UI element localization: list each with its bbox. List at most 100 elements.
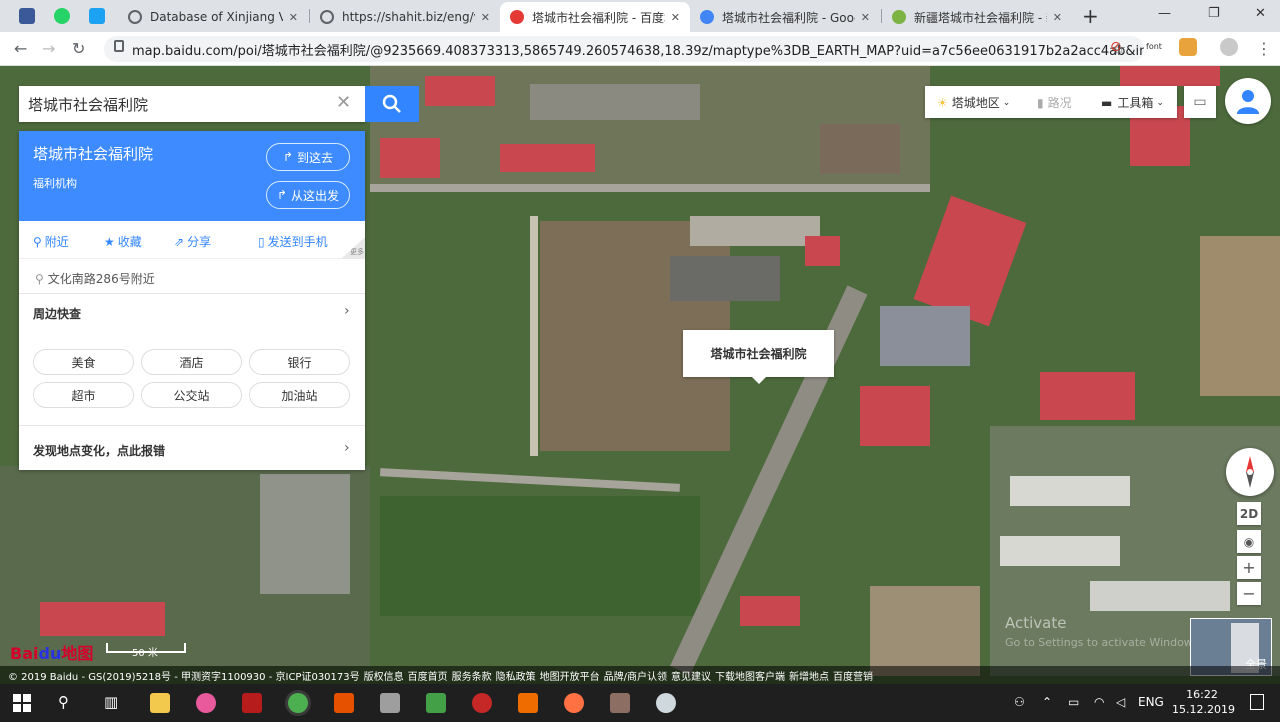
satellite-map[interactable]: 塔城市社会福利院 ✕ 塔城市社会福利院 福利机构 ↱ 到这去 ↱ 从这出发 ⚲ 附近 … <box>0 66 1280 684</box>
message-button[interactable]: ▭ <box>1184 86 1216 118</box>
app-icon[interactable] <box>610 693 630 713</box>
windows-start-icon[interactable] <box>12 693 32 713</box>
divider <box>19 293 365 294</box>
locate-button[interactable]: ◉ <box>1237 530 1261 553</box>
volume-icon[interactable]: ◁ <box>1116 695 1125 709</box>
footer-link[interactable]: 地图开放平台 <box>540 668 600 683</box>
tab-close-icon[interactable]: ✕ <box>289 11 298 24</box>
activation-watermark: Activate <box>1005 614 1067 632</box>
close-window-button[interactable]: ✕ <box>1255 6 1266 21</box>
nearby-chip-hotel[interactable]: 酒店 <box>141 349 242 375</box>
clear-search-icon[interactable]: ✕ <box>336 92 351 113</box>
traffic-toggle[interactable]: ▮ 路况 <box>1037 94 1072 111</box>
task-view-icon[interactable]: ▥ <box>104 693 124 713</box>
favorite-button[interactable]: ★ 收藏 <box>104 233 142 250</box>
nearby-search-title[interactable]: 周边快查 <box>33 305 81 322</box>
footer-link[interactable]: 版权信息 <box>364 668 404 683</box>
nearby-button[interactable]: ⚲ 附近 <box>33 233 69 250</box>
tab-shahit[interactable]: https://shahit.biz/eng/viev ✕ <box>310 2 500 32</box>
region-selector[interactable]: ☀ 塔城地区 ⌄ <box>937 94 1010 111</box>
tab-google[interactable]: 塔城市社会福利院 - Goog ✕ <box>690 2 880 32</box>
user-icon <box>1237 90 1259 114</box>
bookmark-star-icon[interactable]: ☆ <box>1112 39 1126 58</box>
font-extension-icon[interactable]: font <box>1146 38 1170 56</box>
nearby-chip-bus-stop[interactable]: 公交站 <box>141 382 242 408</box>
map-poi-label[interactable]: 塔城市社会福利院 <box>683 330 834 377</box>
footer-link[interactable]: 隐私政策 <box>496 668 536 683</box>
battery-icon[interactable]: ▭ <box>1068 695 1079 709</box>
nearby-chip-supermarket[interactable]: 超市 <box>33 382 134 408</box>
paint-icon[interactable] <box>426 693 446 713</box>
footer-link[interactable]: 百度营销 <box>833 668 873 683</box>
people-icon[interactable]: ⚇ <box>1014 695 1025 709</box>
logo-du: du <box>38 644 62 663</box>
footer-link[interactable]: 品牌/商户认领 <box>604 668 667 683</box>
new-tab-button[interactable]: + <box>1082 4 1099 28</box>
send-to-phone-button[interactable]: ▯ 发送到手机 <box>258 233 328 250</box>
go-here-button[interactable]: ↱ 到这去 <box>266 143 350 171</box>
search-icon[interactable]: ⚲ <box>58 693 78 713</box>
wifi-icon[interactable]: ◠ <box>1094 695 1104 709</box>
lock-icon[interactable] <box>114 40 124 52</box>
footer-link[interactable]: 服务条款 <box>452 668 492 683</box>
whatsapp-bookmark-icon[interactable] <box>54 8 70 24</box>
report-error-link[interactable]: 发现地点变化，点此报错 <box>33 442 165 459</box>
forward-button[interactable]: → <box>42 39 55 58</box>
tab-news[interactable]: 新疆塔城市社会福利院 - 新 ✕ <box>882 2 1072 32</box>
itunes-icon[interactable] <box>196 693 216 713</box>
tray-chevron-up-icon[interactable]: ⌃ <box>1042 695 1052 709</box>
notification-icon[interactable] <box>1250 694 1264 710</box>
go-here-label: 到这去 <box>297 150 334 165</box>
twitter-bookmark-icon[interactable] <box>89 8 105 24</box>
tab-close-icon[interactable]: ✕ <box>1053 11 1062 24</box>
footer-link[interactable]: 下载地图客户端 <box>715 668 785 683</box>
filezilla-icon[interactable] <box>242 693 262 713</box>
nearby-chip-gas-station[interactable]: 加油站 <box>249 382 350 408</box>
address-bar[interactable]: map.baidu.com/poi/塔城市社会福利院/@9235669.4083… <box>104 36 1144 62</box>
tab-baidu-map[interactable]: 塔城市社会福利院 - 百度地 ✕ <box>500 2 690 32</box>
search-button[interactable] <box>365 86 419 122</box>
app-icon[interactable] <box>380 693 400 713</box>
tab-close-icon[interactable]: ✕ <box>481 11 490 24</box>
tab-close-icon[interactable]: ✕ <box>861 11 870 24</box>
ev-app-icon[interactable] <box>472 693 492 713</box>
location-pin-icon: ⚲ <box>35 271 44 286</box>
nearby-chip-bank[interactable]: 银行 <box>249 349 350 375</box>
poi-category: 福利机构 <box>33 177 77 190</box>
footer-link[interactable]: 新增地点 <box>789 668 829 683</box>
2d-toggle-button[interactable]: 2D <box>1237 502 1261 525</box>
compass-icon <box>1246 456 1254 488</box>
minimize-button[interactable]: — <box>1158 6 1171 21</box>
profile-avatar[interactable] <box>1220 38 1238 56</box>
toolbox-menu[interactable]: ▬ 工具箱 ⌄ <box>1101 94 1164 111</box>
nearby-chip-food[interactable]: 美食 <box>33 349 134 375</box>
zoom-in-button[interactable]: + <box>1237 556 1261 579</box>
chevron-right-icon[interactable]: › <box>344 303 350 319</box>
menu-icon[interactable]: ⋮ <box>1256 39 1272 58</box>
maximize-button[interactable]: ❐ <box>1208 6 1220 21</box>
chevron-right-icon[interactable]: › <box>344 440 350 456</box>
zoom-out-button[interactable]: − <box>1237 582 1261 605</box>
facebook-bookmark-icon[interactable] <box>19 8 35 24</box>
user-avatar-button[interactable] <box>1225 78 1271 124</box>
clock[interactable]: 16:22 15.12.2019 <box>1172 687 1235 717</box>
tab-database[interactable]: Database of Xinjiang Victi ✕ <box>118 2 308 32</box>
share-button[interactable]: ⇗ 分享 <box>174 233 211 250</box>
footer-link[interactable]: 意见建议 <box>671 668 711 683</box>
clock-time: 16:22 <box>1186 688 1218 701</box>
chrome-icon[interactable] <box>288 693 308 713</box>
tab-close-icon[interactable]: ✕ <box>671 11 680 24</box>
firefox-icon[interactable] <box>564 693 584 713</box>
xampp-icon[interactable] <box>518 693 538 713</box>
start-from-here-button[interactable]: ↱ 从这出发 <box>266 181 350 209</box>
reload-button[interactable]: ↻ <box>72 39 85 58</box>
matlab-icon[interactable] <box>334 693 354 713</box>
footer-link[interactable]: 百度首页 <box>408 668 448 683</box>
compass-control[interactable] <box>1226 448 1274 496</box>
app-icon[interactable] <box>656 693 676 713</box>
file-explorer-icon[interactable] <box>150 693 170 713</box>
extension-icon[interactable] <box>1179 38 1197 56</box>
back-button[interactable]: ← <box>14 39 27 58</box>
language-indicator[interactable]: ENG <box>1138 695 1164 709</box>
search-input[interactable]: 塔城市社会福利院 <box>19 86 365 122</box>
